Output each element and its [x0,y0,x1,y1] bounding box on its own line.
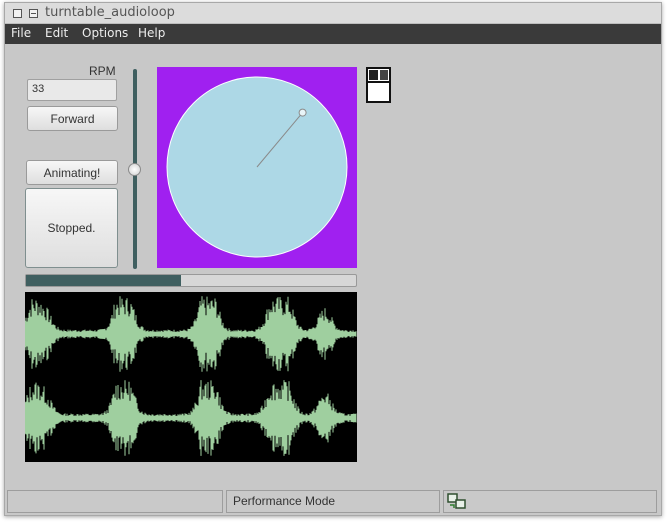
menu-options[interactable]: Options [82,26,128,40]
waveform-view[interactable] [25,292,357,462]
stopped-button[interactable]: Stopped. [25,188,118,268]
performance-mode-text: Performance Mode [233,494,336,508]
title-bar: turntable_audioloop [5,3,661,24]
menu-file[interactable]: File [11,26,31,40]
playback-progress-fill [26,275,182,286]
app-window: turntable_audioloop File Edit Options He… [4,2,662,516]
playback-progress-bar[interactable] [25,274,357,287]
animating-button[interactable]: Animating! [26,160,118,185]
rpm-label: RPM [89,64,116,78]
needle-knob[interactable] [298,108,307,117]
speed-slider-handle[interactable] [128,163,141,176]
menu-edit[interactable]: Edit [45,26,68,40]
maximize-window-button[interactable] [29,9,38,18]
close-window-button[interactable] [13,9,22,18]
status-cell-icon [443,490,657,513]
menu-help[interactable]: Help [138,26,165,40]
network-status-icon[interactable] [447,493,467,510]
display-toggle-icon[interactable] [366,67,391,103]
status-cell-left [7,490,223,513]
turntable-view[interactable] [157,67,357,268]
status-bar: Performance Mode [5,490,661,513]
waveform-background [25,292,357,462]
window-title: turntable_audioloop [45,5,175,20]
rpm-input[interactable]: 33 [27,79,117,101]
menu-bar: File Edit Options Help [5,24,661,44]
direction-button[interactable]: Forward [27,106,118,131]
status-cell-mode: Performance Mode [226,490,440,513]
